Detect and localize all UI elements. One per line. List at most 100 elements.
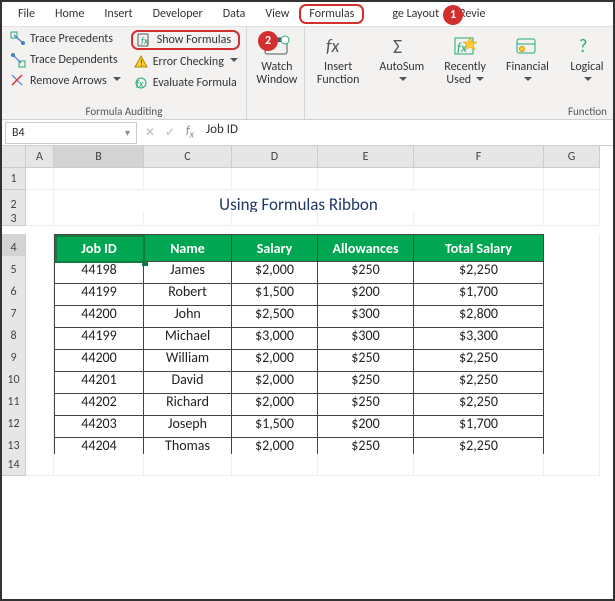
callout-badge-1: 1 [443,5,463,25]
col-header-B[interactable]: B [54,146,144,168]
svg-text:fx: fx [326,35,339,57]
cell[interactable] [144,212,232,226]
tab-formulas[interactable]: Formulas [299,4,364,24]
ribbon-panel: Trace Precedents Trace Dependents Remove… [2,26,613,120]
cell[interactable] [414,454,544,476]
trace-precedents-icon [10,31,26,47]
recently-used-button[interactable]: fx RecentlyUsed [438,30,492,87]
error-checking-button[interactable]: ! Error Checking [131,53,240,71]
trace-dependents-button[interactable]: Trace Dependents [8,51,123,69]
col-header-D[interactable]: D [232,146,318,168]
autosum-button[interactable]: Σ AutoSum [373,30,430,87]
autosum-label: AutoSum [379,61,424,87]
formula-input[interactable]: Job ID [200,122,613,144]
cell[interactable] [544,454,600,476]
group-formula-auditing: Trace Precedents Trace Dependents Remove… [2,27,247,119]
show-formulas-icon: fx [137,32,153,48]
row-header-1[interactable]: 1 [2,168,26,190]
chevron-down-icon[interactable]: ▾ [125,126,130,139]
cell[interactable] [144,168,232,190]
insert-function-icon: fx [324,33,352,59]
enter-icon: ✓ [160,125,180,140]
trace-precedents-button[interactable]: Trace Precedents [8,30,123,48]
callout-badge-2: 2 [258,31,278,51]
watch-window-label: WatchWindow [256,61,297,87]
recently-used-label: RecentlyUsed [444,61,486,87]
row-header-14[interactable]: 14 [2,454,26,476]
tab-insert[interactable]: Insert [94,4,142,24]
evaluate-formula-button[interactable]: fx Evaluate Formula [131,74,240,92]
svg-text:fx: fx [141,34,149,47]
cell[interactable] [26,168,54,190]
trace-dependents-label: Trace Dependents [30,53,118,67]
group-label-formula-auditing: Formula Auditing [8,104,240,118]
cell[interactable] [144,454,232,476]
col-header-C[interactable]: C [144,146,232,168]
col-header-A[interactable]: A [26,146,54,168]
chevron-down-icon [230,58,238,66]
cell[interactable] [318,454,414,476]
financial-label: Financial [506,61,549,87]
tab-view[interactable]: View [255,4,299,24]
cell[interactable] [232,168,318,190]
autosum-icon: Σ [388,33,416,59]
svg-text:Σ: Σ [393,35,402,58]
financial-button[interactable]: Financial [500,30,555,87]
formula-bar: B4 ▾ ✕ ✓ fx Job ID [2,120,613,146]
col-header-F[interactable]: F [414,146,544,168]
row-header-3[interactable]: 3 [2,212,26,226]
group-label-function: Function [311,104,611,118]
insert-function-button[interactable]: fx InsertFunction [311,30,366,87]
tab-data[interactable]: Data [213,4,256,24]
cell[interactable] [414,212,544,226]
trace-dependents-icon [10,52,26,68]
name-box[interactable]: B4 ▾ [5,122,137,144]
cell[interactable] [54,454,144,476]
logical-icon: ? [573,33,601,59]
cancel-icon: ✕ [140,125,160,140]
tab-file[interactable]: File [8,4,45,24]
show-formulas-button[interactable]: fx Show Formulas [131,30,240,50]
cell[interactable] [54,168,144,190]
worksheet-grid[interactable]: A B C D E F G 12Using Formulas Ribbon34J… [2,146,613,476]
logical-label: Logical [570,61,603,87]
cell[interactable] [318,212,414,226]
cell[interactable] [544,212,600,226]
cell[interactable] [414,168,544,190]
tab-page-layout[interactable]: ge Layout [382,4,449,24]
remove-arrows-button[interactable]: Remove Arrows [8,72,123,90]
tab-developer[interactable]: Developer [143,4,213,24]
logical-button[interactable]: ? Logical [563,30,611,87]
select-all-corner[interactable] [2,146,26,168]
cell[interactable] [26,212,54,226]
financial-icon [513,33,541,59]
col-header-E[interactable]: E [318,146,414,168]
evaluate-formula-icon: fx [133,75,149,91]
insert-function-label: InsertFunction [317,61,360,87]
fx-icon[interactable]: fx [180,124,200,140]
col-header-G[interactable]: G [544,146,600,168]
cell[interactable] [544,168,600,190]
error-checking-label: Error Checking [153,55,224,69]
cell[interactable] [232,212,318,226]
evaluate-formula-label: Evaluate Formula [153,76,237,90]
ribbon-tab-strip: File Home Insert Developer Data View For… [2,2,613,26]
show-formulas-label: Show Formulas [157,33,231,47]
group-function-library: fx InsertFunction Σ AutoSum fx RecentlyU… [305,27,615,119]
cell[interactable] [26,454,54,476]
cell[interactable] [232,454,318,476]
name-box-value: B4 [12,126,25,140]
trace-precedents-label: Trace Precedents [30,32,113,46]
cell[interactable] [54,212,144,226]
group-label-empty1 [253,104,298,118]
cell[interactable] [318,168,414,190]
tab-home[interactable]: Home [45,4,94,24]
remove-arrows-label: Remove Arrows [30,74,107,88]
svg-text:!: ! [140,58,143,69]
chevron-down-icon [113,77,121,85]
error-checking-icon: ! [133,54,149,70]
svg-text:fx: fx [136,77,144,90]
remove-arrows-icon [10,73,26,89]
svg-text:?: ? [579,35,587,57]
selection-fill-handle[interactable] [142,260,148,266]
